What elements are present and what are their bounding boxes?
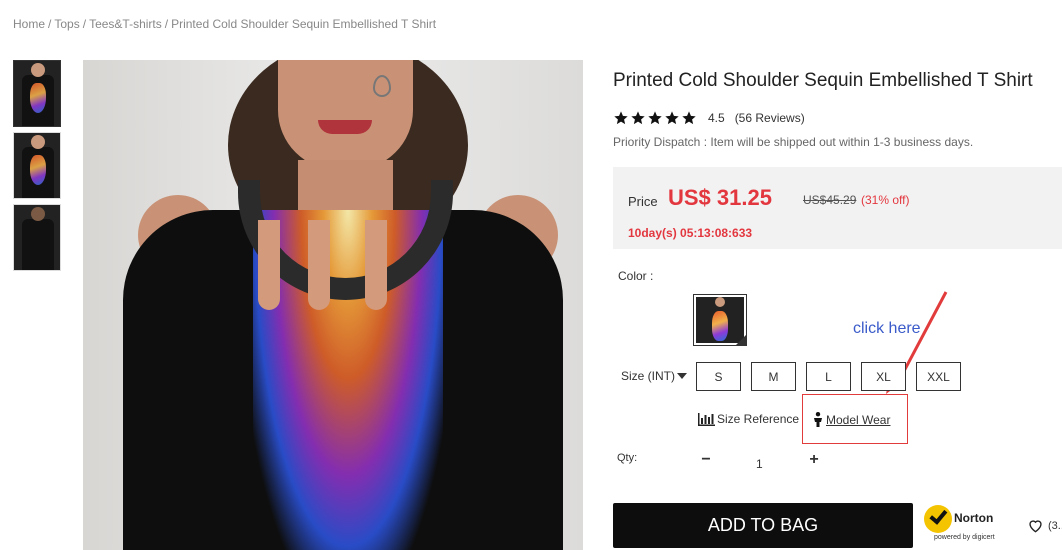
breadcrumb: Home / Tops / Tees&T-shirts / Printed Cold Sho… <box>13 17 436 31</box>
person-icon <box>814 412 822 427</box>
size-option-m[interactable]: M <box>751 362 796 391</box>
star-icon <box>631 111 645 125</box>
model-wear-link[interactable]: Model Wear <box>813 412 890 427</box>
product-rating: 4.5 (56 Reviews) <box>613 110 805 126</box>
rating-score: 4.5 <box>708 111 725 125</box>
heart-icon <box>1029 520 1042 533</box>
size-reference-label: Size Reference <box>717 412 800 426</box>
add-to-bag-button[interactable]: ADD TO BAG <box>613 503 913 548</box>
dispatch-info: Priority Dispatch : Item will be shipped… <box>613 135 974 149</box>
size-type-dropdown[interactable]: Size (INT) <box>621 369 687 383</box>
breadcrumb-separator: / <box>164 17 169 31</box>
quantity-decrease-button[interactable]: − <box>699 451 713 469</box>
review-count-link[interactable]: (56 Reviews) <box>735 111 805 125</box>
wishlist-count: (3... <box>1048 519 1062 532</box>
breadcrumb-current: Printed Cold Shoulder Sequin Embellished… <box>171 17 437 31</box>
thumbnail-2[interactable] <box>13 132 61 199</box>
product-title: Printed Cold Shoulder Sequin Embellished… <box>613 70 1033 91</box>
selected-check-icon <box>736 335 746 345</box>
model-wear-label: Model Wear <box>826 412 891 427</box>
quantity-value[interactable]: 1 <box>756 457 763 471</box>
caret-down-icon <box>677 373 687 379</box>
size-option-l[interactable]: L <box>806 362 851 391</box>
size-option-s[interactable]: S <box>696 362 741 391</box>
norton-check-icon <box>924 505 952 533</box>
color-label: Color : <box>618 269 654 283</box>
discount-percent: (31% off) <box>861 193 910 207</box>
breadcrumb-separator: / <box>48 17 52 31</box>
countdown-timer: 10day(s) 05:13:08:633 <box>628 226 753 240</box>
product-main-image[interactable] <box>83 60 583 550</box>
breadcrumb-tees[interactable]: Tees&T-shirts <box>89 17 162 31</box>
breadcrumb-tops[interactable]: Tops <box>54 17 79 31</box>
star-icon <box>648 111 662 125</box>
original-price: US$45.29 <box>803 193 857 207</box>
size-option-xxl[interactable]: XXL <box>916 362 961 391</box>
price-box: Price US$ 31.25 US$45.29 (31% off) 10day… <box>613 167 1062 249</box>
size-type-label: Size (INT) <box>621 369 675 383</box>
thumbnail-3[interactable] <box>13 204 61 271</box>
current-price: US$ 31.25 <box>668 185 772 210</box>
norton-badge: Norton powered by digicert <box>924 503 1000 545</box>
bar-chart-icon <box>698 412 715 426</box>
size-option-xl[interactable]: XL <box>861 362 906 391</box>
norton-powered-by: powered by digicert <box>934 534 995 541</box>
star-icon <box>614 111 628 125</box>
star-icon <box>682 111 696 125</box>
quantity-increase-button[interactable]: + <box>806 451 822 469</box>
norton-brand: Norton <box>954 511 994 525</box>
wishlist-button[interactable]: (3... <box>1027 518 1062 533</box>
size-reference-link[interactable]: Size Reference <box>698 412 799 426</box>
star-icon <box>665 111 679 125</box>
rating-stars <box>613 110 698 126</box>
thumbnail-list <box>13 60 61 276</box>
quantity-label: Qty: <box>617 452 638 464</box>
price-label: Price <box>628 194 658 209</box>
breadcrumb-separator: / <box>82 17 87 31</box>
breadcrumb-home[interactable]: Home <box>13 17 45 31</box>
thumbnail-1[interactable] <box>13 60 61 127</box>
color-swatch-selected[interactable] <box>693 294 747 346</box>
